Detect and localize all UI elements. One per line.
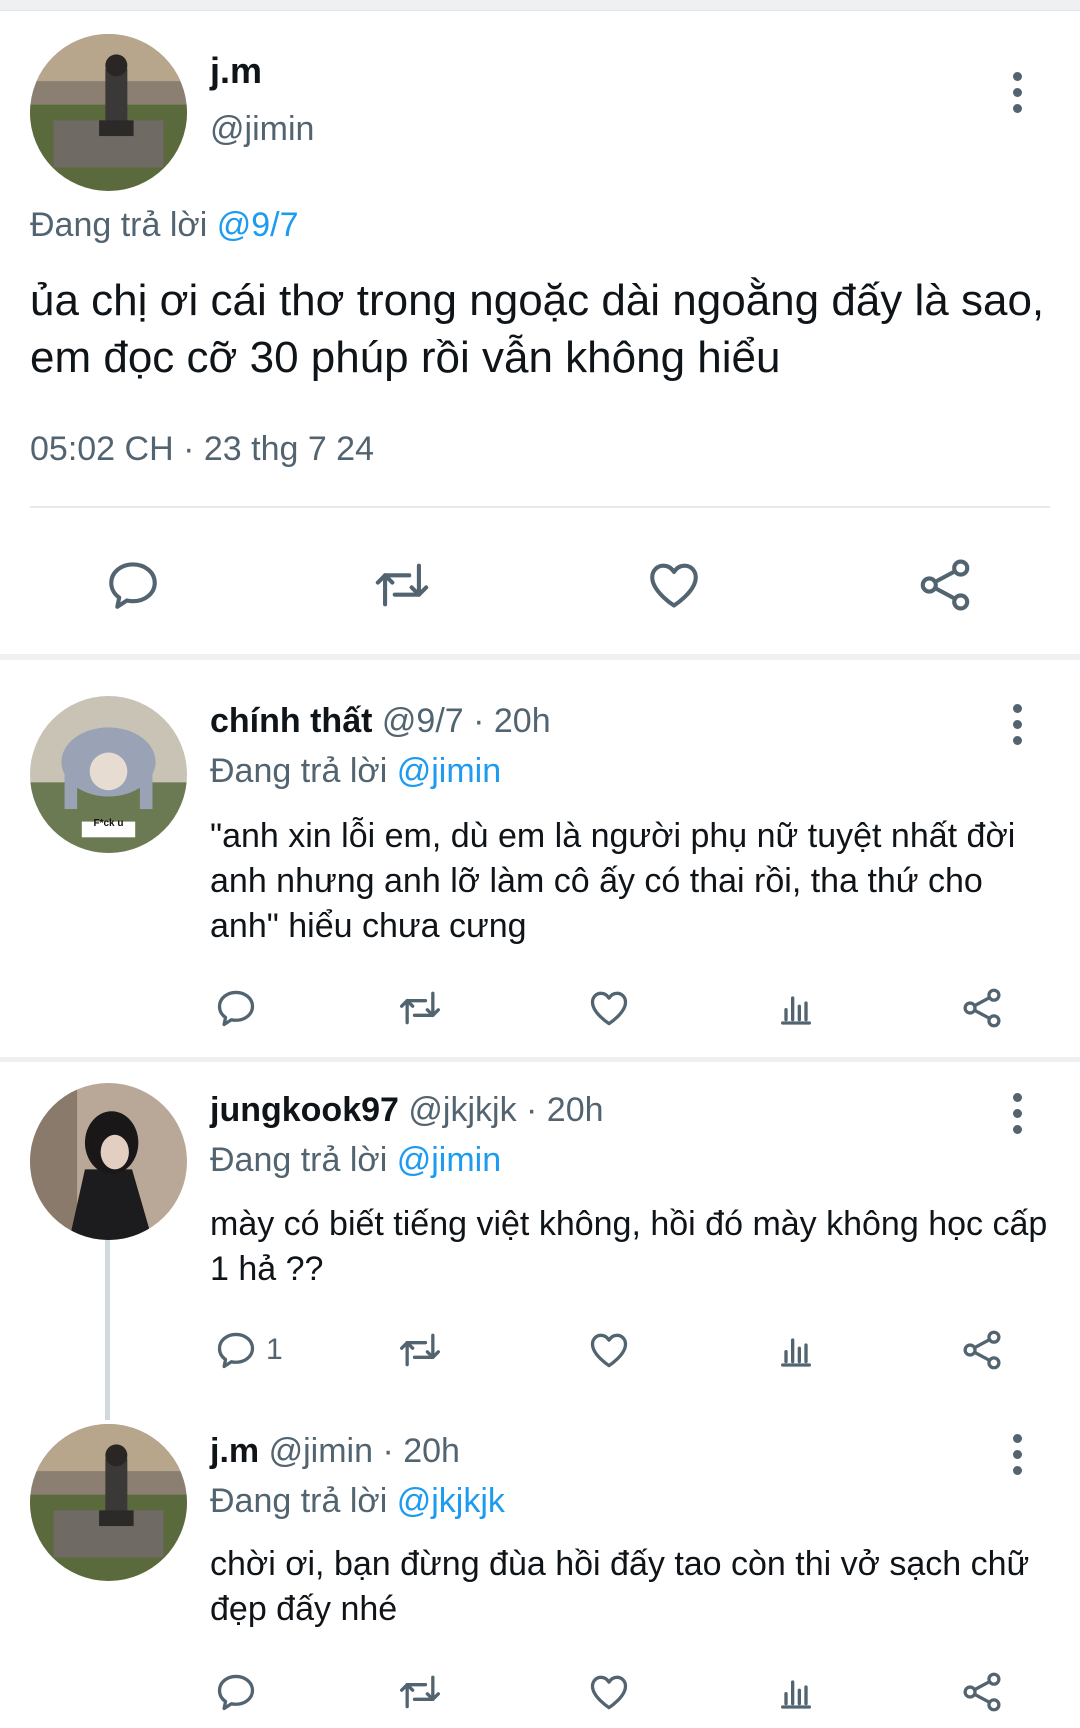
avatar[interactable]: [30, 34, 187, 191]
user-handle[interactable]: @jimin: [210, 110, 314, 149]
like-button[interactable]: [586, 1670, 632, 1714]
reply-icon: [109, 562, 157, 609]
replying-prefix: Đang trả lời: [210, 1141, 397, 1179]
share-icon: [963, 1672, 1001, 1712]
retweet-icon: [400, 1675, 440, 1709]
replying-to-link[interactable]: @9/7: [217, 206, 299, 244]
replying-to: Đang trả lời @9/7: [30, 206, 298, 245]
replying-to: Đang trả lời @jkjkjk: [210, 1482, 505, 1521]
replying-prefix: Đang trả lời: [210, 752, 397, 790]
tweet-text: ủa chị ơi cái thơ trong ngoặc dài ngoằng…: [30, 276, 1045, 382]
tweet-timestamp[interactable]: 05:02 CH · 23 thg 7 24: [30, 430, 374, 469]
views-icon: [781, 996, 811, 1025]
replying-to-link[interactable]: @jimin: [397, 752, 501, 790]
tweet-actions: [0, 550, 1080, 620]
retweet-button[interactable]: [396, 986, 444, 1030]
user-handle[interactable]: @jimin: [269, 1432, 373, 1470]
more-icon[interactable]: [1010, 1434, 1024, 1478]
display-name[interactable]: jungkook97: [210, 1091, 399, 1129]
like-icon: [590, 1333, 628, 1368]
views-icon: [781, 1680, 811, 1709]
user-handle[interactable]: @9/7: [382, 702, 464, 740]
main-tweet: j.m @jimin Đang trả lời @9/7 ủa chị ơi c…: [0, 10, 1080, 654]
reply-icon: [217, 1332, 255, 1369]
reply-tweet: j.m @jimin · 20h Đang trả lời @jkjkjk ch…: [0, 1412, 1080, 1728]
share-icon: [920, 559, 970, 611]
reply-header: jungkook97 @jkjkjk · 20h: [210, 1091, 604, 1130]
reply-count: 1: [266, 1333, 283, 1366]
reply-header: chính thất @9/7 · 20h: [210, 702, 551, 741]
views-button[interactable]: [776, 1328, 816, 1372]
like-button[interactable]: [644, 556, 704, 614]
replying-to-link[interactable]: @jimin: [397, 1141, 501, 1179]
separator: [30, 506, 1050, 508]
retweet-icon: [400, 1333, 440, 1367]
like-icon: [650, 563, 698, 608]
retweet-button[interactable]: [396, 1670, 444, 1714]
display-name[interactable]: chính thất: [210, 702, 372, 740]
user-handle[interactable]: @jkjkjk: [408, 1091, 516, 1129]
more-icon[interactable]: [1010, 704, 1024, 748]
replying-to: Đang trả lời @jimin: [210, 752, 501, 791]
reply-icon: [217, 1674, 255, 1711]
retweet-icon: [375, 563, 429, 607]
like-button[interactable]: [586, 1328, 632, 1372]
share-button[interactable]: [960, 1670, 1004, 1714]
reply-time[interactable]: · 20h: [464, 702, 551, 740]
retweet-button[interactable]: [370, 556, 434, 614]
like-button[interactable]: [586, 986, 632, 1030]
reply-header: j.m @jimin · 20h: [210, 1432, 460, 1471]
views-button[interactable]: [776, 986, 816, 1030]
reply-text: mày có biết tiếng việt không, hồi đó mày…: [210, 1205, 1048, 1288]
retweet-icon: [400, 991, 440, 1025]
avatar[interactable]: [30, 1424, 187, 1581]
replying-prefix: Đang trả lời: [210, 1482, 397, 1520]
reply-time[interactable]: · 20h: [517, 1091, 604, 1129]
like-icon: [590, 991, 628, 1026]
display-name[interactable]: j.m: [210, 50, 262, 92]
reply-text: "anh xin lỗi em, dù em là người phụ nữ t…: [210, 817, 1016, 945]
share-icon: [963, 1330, 1001, 1370]
reply-button[interactable]: [214, 986, 266, 1030]
more-icon[interactable]: [1010, 1093, 1024, 1137]
reply-tweet: F*ck u chính thất @9/7 · 20h Đang trả lờ…: [0, 660, 1080, 1057]
avatar[interactable]: [30, 1083, 187, 1240]
share-button[interactable]: [916, 556, 974, 614]
like-icon: [590, 1675, 628, 1710]
reply-icon: [217, 990, 255, 1027]
retweet-button[interactable]: [396, 1328, 444, 1372]
share-icon: [963, 988, 1001, 1028]
reply-button[interactable]: [104, 556, 162, 614]
replying-to-link[interactable]: @jkjkjk: [397, 1482, 505, 1520]
reply-time[interactable]: · 20h: [373, 1432, 460, 1470]
reply-button[interactable]: 1: [214, 1328, 283, 1372]
avatar-caption: F*ck u: [93, 818, 124, 829]
more-icon[interactable]: [1010, 72, 1024, 116]
display-name[interactable]: j.m: [210, 1432, 259, 1470]
views-icon: [781, 1338, 811, 1367]
reply-text: chời ơi, bạn đừng đùa hồi đấy tao còn th…: [210, 1545, 1030, 1628]
share-button[interactable]: [960, 1328, 1004, 1372]
reply-tweet: jungkook97 @jkjkjk · 20h Đang trả lời @j…: [0, 1062, 1080, 1412]
replying-to: Đang trả lời @jimin: [210, 1141, 501, 1180]
replying-prefix: Đang trả lời: [30, 206, 217, 244]
views-button[interactable]: [776, 1670, 816, 1714]
reply-button[interactable]: [214, 1670, 266, 1714]
avatar[interactable]: F*ck u: [30, 696, 187, 853]
share-button[interactable]: [960, 986, 1004, 1030]
